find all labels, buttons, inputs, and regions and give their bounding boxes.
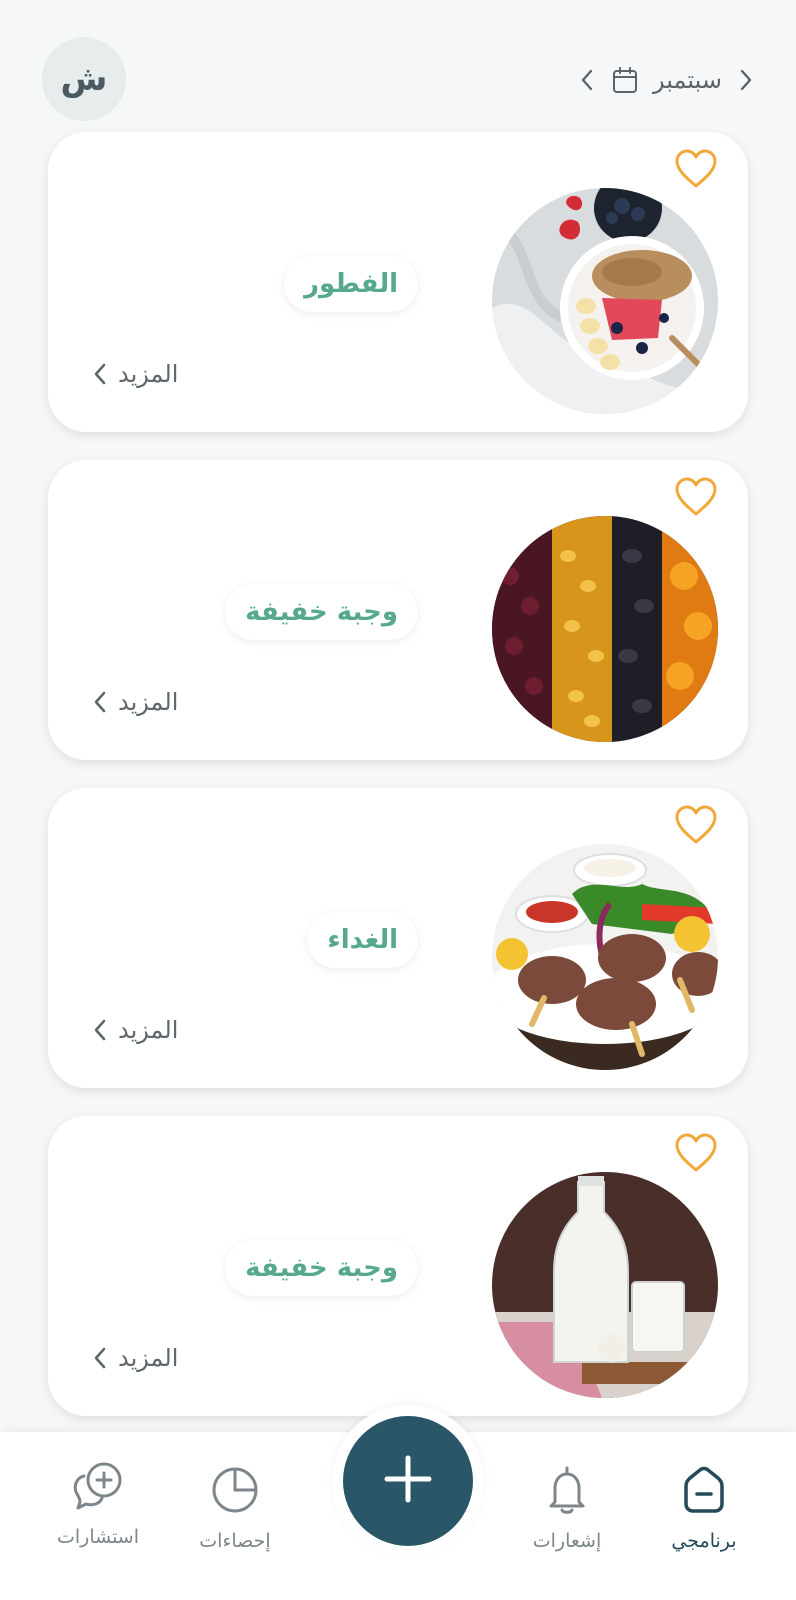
nav-label-stats: إحصاءات [199,1530,271,1552]
chat-plus-icon [70,1458,126,1514]
pie-chart-icon [207,1462,263,1518]
nav-label-consultations: استشارات [56,1526,139,1548]
nav-item-home[interactable]: برنامجي [634,1462,774,1552]
chevron-left-icon [92,1345,110,1371]
plus-icon [383,1454,433,1508]
more-link[interactable]: المزيد [92,1012,178,1048]
home-icon [676,1462,732,1518]
chevron-left-icon [92,361,110,387]
more-label: المزيد [118,688,179,716]
meal-label: وجبة خفيفة [225,584,418,640]
more-link[interactable]: المزيد [92,1340,178,1376]
more-link[interactable]: المزيد [92,356,178,392]
favorite-heart-icon[interactable] [674,804,718,846]
nav-label-home: برنامجي [671,1530,737,1552]
nav-item-stats[interactable]: إحصاءات [165,1462,305,1552]
nav-item-notifications[interactable]: إشعارات [497,1462,637,1552]
meal-label: الفطور [284,256,418,312]
chevron-left-icon [92,1017,110,1043]
chevron-left-icon [92,689,110,715]
meal-label: وجبة خفيفة [225,1240,418,1296]
meal-card-breakfast[interactable]: الفطور المزيد [48,132,748,432]
meal-label: الغداء [307,912,418,968]
bell-icon [539,1462,595,1518]
meal-card-snack-2[interactable]: وجبة خفيفة المزيد [48,1116,748,1416]
more-label: المزيد [118,1344,179,1372]
add-button[interactable] [343,1416,473,1546]
more-label: المزيد [118,360,179,388]
meal-photo-kofta [492,844,718,1070]
app-root: ش سبتمبر الفطور المزيد وجبة خفيفة المزيد… [0,0,796,1600]
avatar[interactable]: ش [42,37,126,121]
month-label[interactable]: سبتمبر [653,66,722,94]
favorite-heart-icon[interactable] [674,476,718,518]
meal-photo-dried-fruits [492,516,718,742]
nav-item-consultations[interactable]: استشارات [28,1458,168,1548]
meal-photo-yogurt-bowl [492,188,718,414]
meal-card-lunch[interactable]: الغداء المزيد [48,788,748,1088]
favorite-heart-icon[interactable] [674,148,718,190]
meal-photo-milk [492,1172,718,1398]
previous-month-chevron-icon[interactable] [736,65,756,95]
more-label: المزيد [118,1016,179,1044]
next-month-chevron-icon[interactable] [577,65,597,95]
favorite-heart-icon[interactable] [674,1132,718,1174]
month-navigator: سبتمبر [577,58,756,102]
meal-card-snack-1[interactable]: وجبة خفيفة المزيد [48,460,748,760]
calendar-icon[interactable] [611,65,639,95]
more-link[interactable]: المزيد [92,684,178,720]
nav-label-notifications: إشعارات [532,1530,602,1552]
